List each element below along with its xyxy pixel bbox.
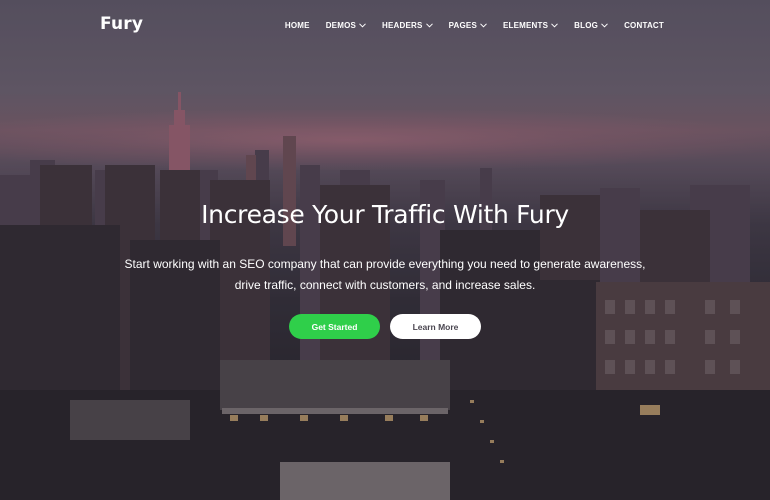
logo[interactable]: Fury bbox=[100, 14, 143, 34]
main-nav: HOME DEMOS HEADERS PAGES ELEMENTS BLOG C… bbox=[269, 21, 664, 30]
nav-item-headers[interactable]: HEADERS bbox=[382, 21, 433, 30]
hero-subtext: Start working with an SEO company that c… bbox=[124, 257, 646, 292]
nav-item-blog[interactable]: BLOG bbox=[574, 21, 608, 30]
nav-item-demos[interactable]: DEMOS bbox=[326, 21, 366, 30]
learn-more-button[interactable]: Learn More bbox=[390, 314, 481, 339]
nav-item-contact[interactable]: CONTACT bbox=[624, 21, 664, 30]
nav-item-label: PAGES bbox=[448, 21, 477, 30]
chevron-down-icon bbox=[601, 23, 608, 28]
get-started-button[interactable]: Get Started bbox=[289, 314, 380, 339]
nav-item-label: HOME bbox=[284, 21, 310, 30]
chevron-down-icon bbox=[480, 23, 487, 28]
chevron-down-icon bbox=[359, 23, 366, 28]
nav-item-home[interactable]: HOME bbox=[285, 21, 310, 30]
hero-headline: Increase Your Traffic With Fury bbox=[201, 200, 569, 229]
dark-overlay bbox=[0, 0, 770, 500]
nav-item-label: ELEMENTS bbox=[502, 21, 549, 30]
hero-section: Fury HOME DEMOS HEADERS PAGES ELEMENTS B… bbox=[0, 0, 770, 500]
nav-item-label: CONTACT bbox=[624, 21, 664, 30]
nav-item-label: HEADERS bbox=[382, 21, 423, 30]
nav-item-pages[interactable]: PAGES bbox=[449, 21, 487, 30]
nav-item-label: DEMOS bbox=[325, 21, 357, 30]
site-header: Fury HOME DEMOS HEADERS PAGES ELEMENTS B… bbox=[0, 0, 770, 54]
nav-item-elements[interactable]: ELEMENTS bbox=[502, 21, 559, 30]
chevron-down-icon bbox=[551, 23, 559, 28]
chevron-down-icon bbox=[425, 23, 433, 28]
nav-item-label: BLOG bbox=[574, 21, 599, 30]
